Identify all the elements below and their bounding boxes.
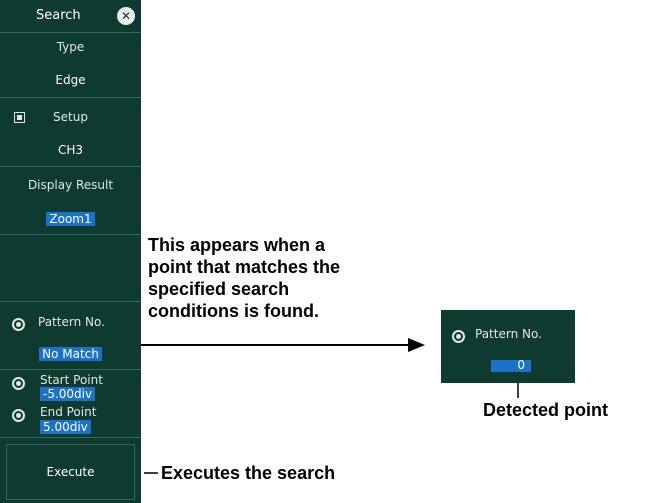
popup-pattern-field: 0 — [491, 358, 531, 372]
detected-annotation: Detected point — [483, 400, 609, 420]
arrows-layer — [141, 338, 519, 474]
radio-icon — [452, 330, 465, 343]
arrow-head — [408, 338, 425, 352]
pattern-popup: Pattern No. 0 — [441, 310, 575, 383]
executes-annotation: Executes the search — [161, 463, 336, 483]
popup-pattern-label: Pattern No. — [475, 327, 542, 341]
popup-pattern-value: 0 — [517, 358, 525, 372]
